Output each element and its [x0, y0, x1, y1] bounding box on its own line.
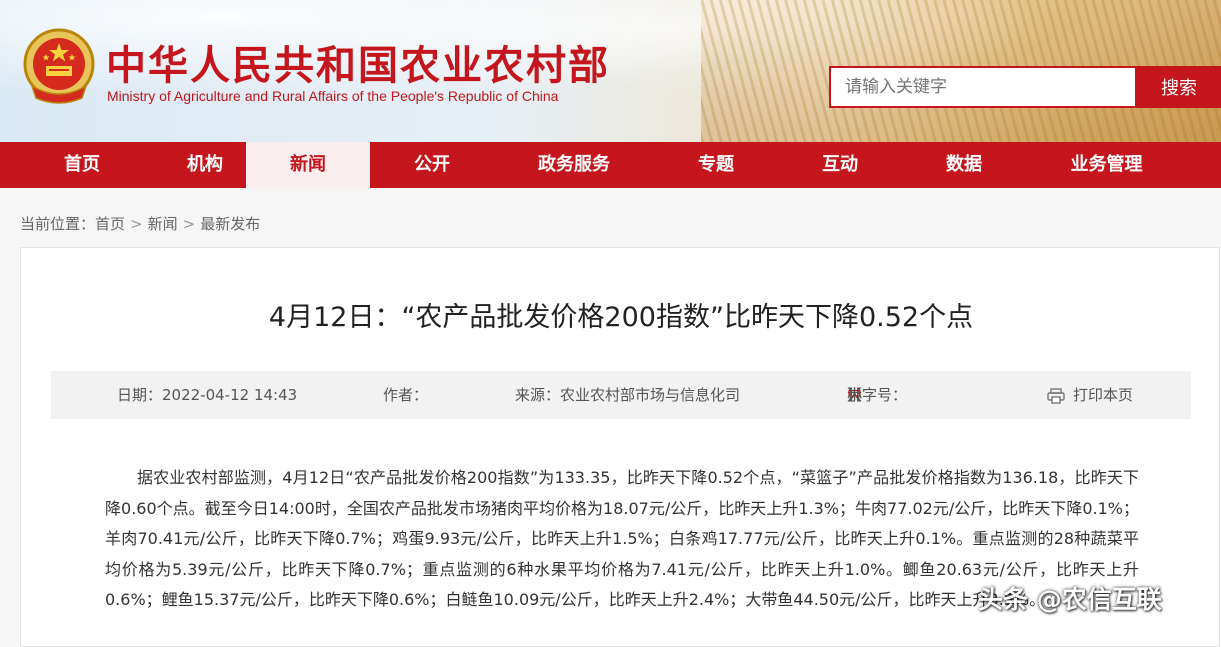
- print-page-label: 打印本页: [1073, 386, 1134, 404]
- national-emblem-icon[interactable]: [22, 26, 96, 108]
- search-button[interactable]: 搜索: [1137, 66, 1221, 108]
- nav-item-interaction[interactable]: 互动: [778, 142, 902, 188]
- breadcrumb-separator: >: [182, 215, 196, 233]
- print-icon: [1047, 387, 1065, 404]
- breadcrumb-link-home[interactable]: 首页: [95, 215, 125, 233]
- site-subtitle: Ministry of Agriculture and Rural Affair…: [107, 88, 559, 104]
- nav-item-news[interactable]: 新闻: [246, 142, 370, 188]
- article-meta-bar: 日期：2022-04-12 14:43 作者： 来源：农业农村部市场与信息化司 …: [51, 371, 1191, 419]
- search-input[interactable]: [829, 66, 1137, 108]
- nav-item-home[interactable]: 首页: [0, 142, 164, 188]
- breadcrumb-separator: >: [130, 215, 143, 233]
- site-title[interactable]: 中华人民共和国农业农村部: [106, 33, 610, 91]
- nav-item-business-management[interactable]: 业务管理: [1026, 142, 1187, 188]
- print-page-link[interactable]: 打印本页: [1047, 371, 1133, 419]
- article-title: 4月12日：“农产品批发价格200指数”比昨天下降0.52个点: [268, 302, 974, 333]
- breadcrumb: 当前位置：首页 > 新闻 > 最新发布: [20, 213, 260, 234]
- article-date: 日期：2022-04-12 14:43: [117, 386, 298, 404]
- main-nav: 首页 机构 新闻 公开 政务服务 专题 互动 数据 业务管理: [0, 142, 1221, 188]
- nav-item-public[interactable]: 公开: [370, 142, 494, 188]
- article-author: 作者：: [383, 386, 429, 404]
- breadcrumb-link-latest[interactable]: 最新发布: [200, 215, 260, 233]
- watermark: 头条 @农信互联: [978, 585, 1162, 614]
- nav-item-government-services[interactable]: 政务服务: [494, 142, 654, 188]
- breadcrumb-prefix: 当前位置：: [20, 215, 96, 233]
- nav-item-organization[interactable]: 机构: [164, 142, 246, 188]
- article-source: 来源：农业农村部市场与信息化司: [515, 386, 741, 404]
- nav-item-topics[interactable]: 专题: [654, 142, 778, 188]
- nav-item-data[interactable]: 数据: [902, 142, 1026, 188]
- font-size-label-close: 】: [847, 386, 863, 404]
- site-header: 中华人民共和国农业农村部 Ministry of Agriculture and…: [0, 0, 1221, 142]
- breadcrumb-link-news[interactable]: 新闻: [148, 215, 178, 233]
